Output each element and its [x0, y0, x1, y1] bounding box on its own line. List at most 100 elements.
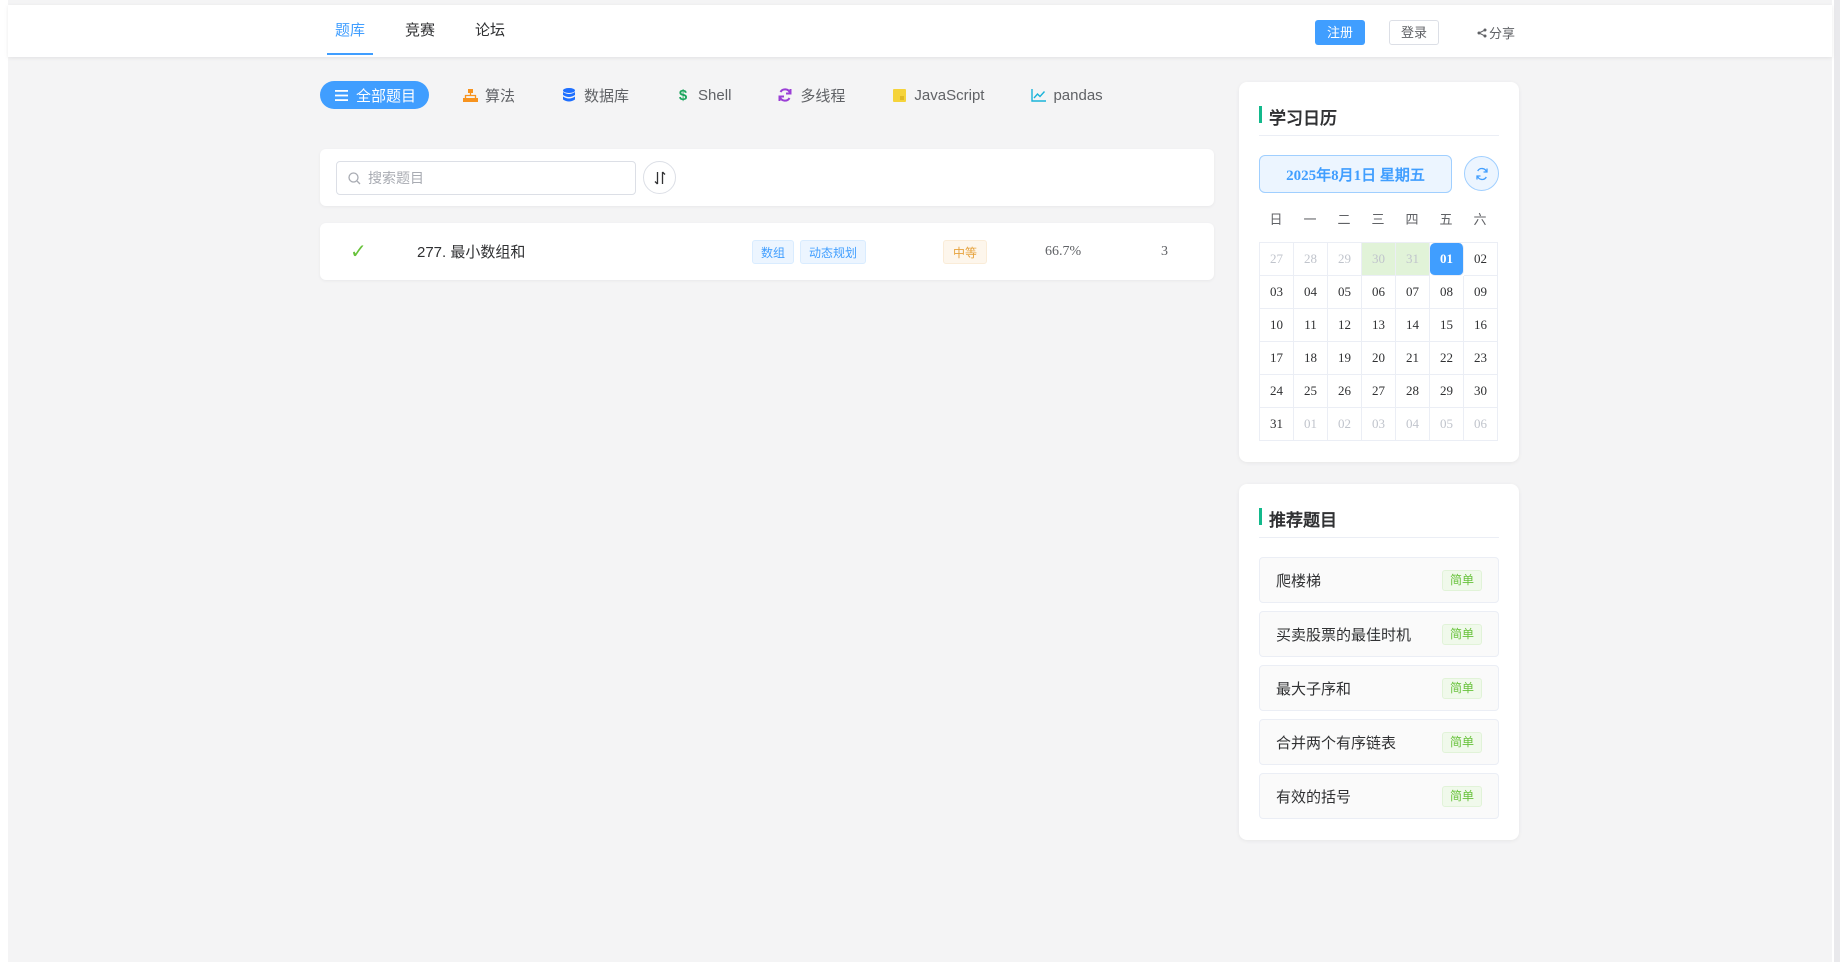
calendar-day[interactable]: 23: [1464, 342, 1498, 375]
vertical-scrollbar[interactable]: [1834, 0, 1840, 962]
calendar-day[interactable]: 27: [1362, 375, 1396, 408]
category-label: 算法: [485, 87, 516, 105]
recommend-item-title: 爬楼梯: [1276, 572, 1322, 590]
recommend-list: 爬楼梯 简单 买卖股票的最佳时机 简单 最大子序和 简单 合并两个有序链表 简单…: [1259, 557, 1499, 827]
tab-contests[interactable]: 竞赛: [397, 5, 443, 57]
calendar-day[interactable]: 10: [1260, 309, 1294, 342]
tag[interactable]: 动态规划: [800, 239, 867, 264]
calendar-day[interactable]: 28: [1294, 243, 1328, 276]
share-label: 分享: [1489, 26, 1516, 41]
header-actions: 注册 登录 分享: [1315, 20, 1515, 45]
tab-forum[interactable]: 论坛: [467, 5, 513, 57]
weekday-label: 日: [1269, 212, 1283, 227]
calendar-day[interactable]: 30: [1362, 243, 1396, 276]
pass-rate: 66.7%: [1045, 243, 1082, 259]
calendar-day[interactable]: 31: [1260, 408, 1294, 441]
search-input[interactable]: [368, 170, 618, 186]
share-button[interactable]: 分享: [1477, 23, 1515, 42]
category-label: 数据库: [584, 87, 630, 105]
calendar-day[interactable]: 18: [1294, 342, 1328, 375]
calendar-day[interactable]: 17: [1260, 342, 1294, 375]
list-item[interactable]: 买卖股票的最佳时机 简单: [1259, 611, 1499, 657]
calendar-day[interactable]: 03: [1362, 408, 1396, 441]
category-database[interactable]: 数据库: [548, 81, 642, 109]
weekday-label: 四: [1405, 212, 1419, 227]
calendar-day[interactable]: 24: [1260, 375, 1294, 408]
calendar-day[interactable]: 26: [1328, 375, 1362, 408]
category-label: Shell: [698, 86, 732, 104]
category-algorithm[interactable]: 算法: [449, 81, 528, 109]
sort-button[interactable]: [643, 161, 676, 194]
main-nav: 题库 竞赛 论坛: [327, 5, 537, 57]
category-all[interactable]: 全部题目: [320, 81, 430, 109]
calendar-day[interactable]: 05: [1328, 276, 1362, 309]
calendar-day[interactable]: 12: [1328, 309, 1362, 342]
list-item[interactable]: 最大子序和 简单: [1259, 665, 1499, 711]
category-pandas[interactable]: pandas: [1017, 81, 1115, 109]
refresh-icon: [1475, 167, 1488, 180]
sync-icon: [777, 87, 793, 103]
register-button[interactable]: 注册: [1315, 20, 1366, 45]
calendar-day[interactable]: 03: [1260, 276, 1294, 309]
problem-tags: 数组 动态规划: [752, 223, 872, 280]
calendar-day[interactable]: 01: [1294, 408, 1328, 441]
calendar-day[interactable]: 29: [1430, 375, 1464, 408]
search-box: [336, 161, 636, 195]
problem-title[interactable]: 277. 最小数组和: [417, 223, 525, 280]
calendar-day[interactable]: 13: [1362, 309, 1396, 342]
weekday-label: 二: [1337, 212, 1351, 227]
calendar-day[interactable]: 22: [1430, 342, 1464, 375]
calendar-day[interactable]: 08: [1430, 276, 1464, 309]
category-label: 多线程: [800, 87, 846, 105]
calendar-day-today[interactable]: 01: [1430, 243, 1464, 276]
calendar-day[interactable]: 25: [1294, 375, 1328, 408]
calendar-day[interactable]: 16: [1464, 309, 1498, 342]
calendar-day[interactable]: 20: [1362, 342, 1396, 375]
weekday-label: 一: [1303, 212, 1317, 227]
category-concurrency[interactable]: 多线程: [764, 81, 858, 109]
list-item[interactable]: 有效的括号 简单: [1259, 773, 1499, 819]
calendar-day[interactable]: 27: [1260, 243, 1294, 276]
list-item[interactable]: 爬楼梯 简单: [1259, 557, 1499, 603]
calendar-day[interactable]: 11: [1294, 309, 1328, 342]
category-shell[interactable]: $ Shell: [662, 81, 744, 109]
tag[interactable]: 数组: [752, 239, 795, 264]
list-icon: [333, 87, 349, 103]
calendar-weekdays: 日一二三四五六: [1259, 209, 1497, 231]
calendar-day[interactable]: 19: [1328, 342, 1362, 375]
share-icon: [1477, 28, 1487, 37]
calendar-day[interactable]: 14: [1396, 309, 1430, 342]
calendar-day[interactable]: 04: [1294, 276, 1328, 309]
calendar-day[interactable]: 15: [1430, 309, 1464, 342]
calendar-day[interactable]: 04: [1396, 408, 1430, 441]
refresh-button[interactable]: [1464, 156, 1499, 191]
category-label: pandas: [1053, 86, 1103, 104]
calendar-day[interactable]: 02: [1328, 408, 1362, 441]
difficulty-cell: 中等: [943, 223, 988, 280]
current-date: 2025年8月1日 星期五: [1259, 155, 1452, 193]
calendar-day[interactable]: 05: [1430, 408, 1464, 441]
category-label: JavaScript: [914, 86, 985, 104]
submission-count: 3: [1161, 243, 1168, 259]
calendar-day[interactable]: 02: [1464, 243, 1498, 276]
calendar-day[interactable]: 06: [1362, 276, 1396, 309]
login-button[interactable]: 登录: [1389, 20, 1440, 45]
recommend-item-title: 合并两个有序链表: [1276, 734, 1397, 752]
category-label: 全部题目: [356, 87, 417, 105]
sort-icon: [654, 171, 665, 184]
tab-problems[interactable]: 题库: [327, 5, 374, 57]
calendar-day[interactable]: 30: [1464, 375, 1498, 408]
weekday-label: 六: [1473, 212, 1487, 227]
calendar-day[interactable]: 07: [1396, 276, 1430, 309]
calendar-day[interactable]: 06: [1464, 408, 1498, 441]
list-item[interactable]: 合并两个有序链表 简单: [1259, 719, 1499, 765]
calendar-day[interactable]: 29: [1328, 243, 1362, 276]
calendar-day[interactable]: 28: [1396, 375, 1430, 408]
table-row[interactable]: ✓ 277. 最小数组和 数组 动态规划 中等 66.7% 3: [320, 223, 1214, 280]
calendar-day[interactable]: 31: [1396, 243, 1430, 276]
category-javascript[interactable]: JavaScript: [878, 81, 997, 109]
calendar-title: 学习日历: [1259, 104, 1499, 136]
difficulty-badge: 简单: [1441, 624, 1482, 645]
calendar-day[interactable]: 21: [1396, 342, 1430, 375]
calendar-day[interactable]: 09: [1464, 276, 1498, 309]
